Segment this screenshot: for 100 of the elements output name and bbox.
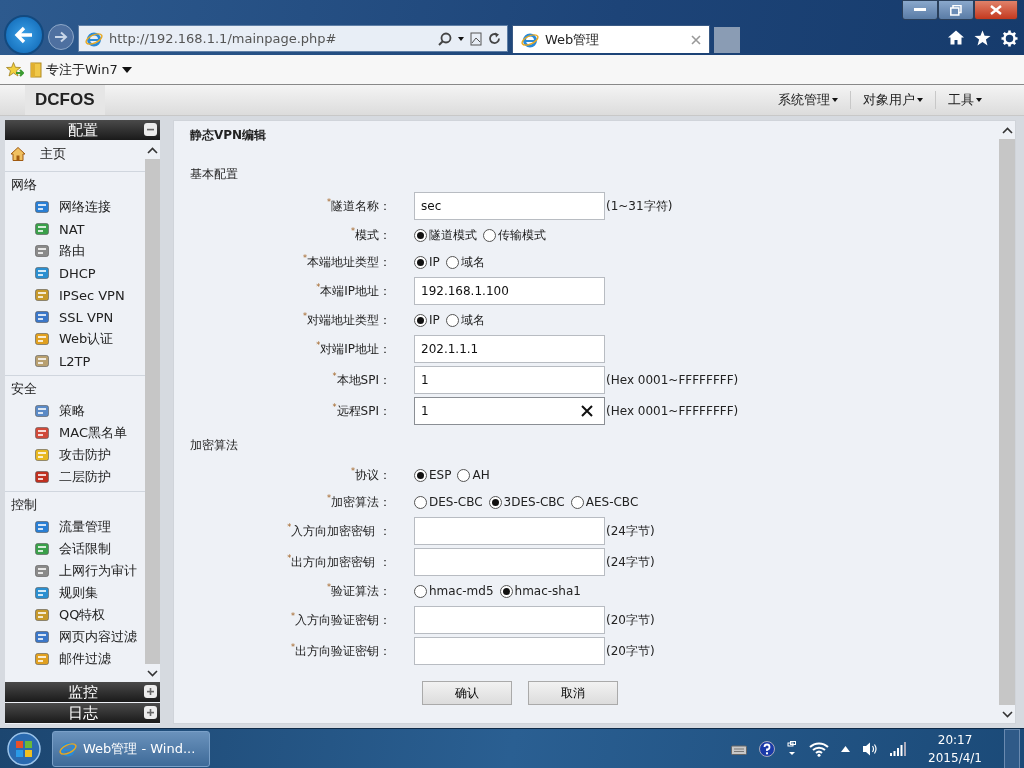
refresh-icon[interactable] <box>488 32 501 45</box>
sidebar-item[interactable]: MAC黑名单 <box>59 424 127 442</box>
radio-button[interactable] <box>445 313 459 327</box>
sidebar-item[interactable]: 攻击防护 <box>59 446 111 464</box>
text-field[interactable]: 1 <box>414 366 605 394</box>
sidebar-item[interactable]: DHCP <box>59 265 96 281</box>
radio-label: hmac-md5 <box>429 584 494 598</box>
radio-label: 隧道模式 <box>429 226 477 244</box>
sidebar-item[interactable]: 二层防护 <box>59 468 111 486</box>
radio-label: DES-CBC <box>429 495 483 509</box>
scroll-up-icon[interactable] <box>1001 126 1013 134</box>
sidebar-item[interactable]: NAT <box>59 221 85 237</box>
minimize-button[interactable] <box>902 0 938 20</box>
menu-item[interactable]: 工具 <box>935 91 994 109</box>
close-button[interactable] <box>974 0 1018 20</box>
sidebar-item[interactable]: SSL VPN <box>59 309 114 325</box>
sidebar-item[interactable]: 主页 <box>40 145 66 163</box>
star-icon[interactable] <box>974 30 991 46</box>
browser-tab[interactable]: Web管理 <box>512 25 710 53</box>
address-bar[interactable]: http://192.168.1.1/mainpage.php# <box>78 25 508 52</box>
forward-button[interactable] <box>48 24 74 50</box>
scrollbar[interactable] <box>999 121 1015 723</box>
close-icon[interactable] <box>691 34 701 45</box>
radio-button[interactable] <box>414 584 427 598</box>
sidebar-item[interactable]: 规则集 <box>59 584 98 602</box>
sidebar-item[interactable]: QQ特权 <box>59 606 106 624</box>
field-hint: (1~31字符) <box>606 197 674 215</box>
help-icon[interactable] <box>759 740 776 757</box>
field-label: $^{*}$远程SPI： <box>331 402 391 420</box>
radio-button[interactable] <box>414 495 427 509</box>
favorites-link[interactable]: 专注于Win7 <box>30 60 132 79</box>
menu-item-icon <box>34 287 50 303</box>
radio-button[interactable] <box>414 228 427 242</box>
sidebar-item[interactable]: 网页内容过滤 <box>59 628 137 646</box>
radio-label: IP <box>429 313 440 327</box>
panel-header[interactable]: 配置 <box>5 120 160 140</box>
radio-button[interactable] <box>457 468 471 482</box>
text-field[interactable] <box>414 548 605 576</box>
field-label: $^{*}$入方向验证密钥： <box>290 611 391 629</box>
speaker-icon[interactable] <box>862 740 879 757</box>
arrow-up-icon[interactable] <box>841 745 851 752</box>
radio-button[interactable] <box>445 255 459 269</box>
sidebar-item[interactable]: IPSec VPN <box>59 287 125 303</box>
restore-button[interactable] <box>938 0 974 20</box>
expand-button[interactable] <box>144 706 157 719</box>
favorites-star-icon[interactable] <box>6 61 24 78</box>
menu-item-icon <box>34 331 50 347</box>
radio-button[interactable] <box>488 495 502 509</box>
radio-button[interactable] <box>483 228 496 242</box>
sidebar-item[interactable]: 邮件过滤 <box>59 650 111 668</box>
text-field[interactable] <box>414 517 605 545</box>
text-field[interactable]: 1 <box>414 397 605 425</box>
menu-item[interactable]: 系统管理 <box>766 91 850 109</box>
field-hint: (20字节) <box>606 611 656 629</box>
radio-button[interactable] <box>499 584 513 598</box>
sidebar-item[interactable]: 会话限制 <box>59 540 111 558</box>
display-icon[interactable] <box>787 740 798 757</box>
radio-button[interactable] <box>414 468 427 482</box>
forward-arrow-icon <box>54 31 68 43</box>
menu-item[interactable]: 对象用户 <box>850 91 935 109</box>
restore-icon <box>950 4 962 16</box>
form-button[interactable]: 取消 <box>528 681 618 705</box>
scroll-up-icon[interactable] <box>147 146 158 154</box>
show-desktop-button[interactable] <box>1004 728 1020 768</box>
sidebar-item[interactable]: Web认证 <box>59 330 114 348</box>
radio-button[interactable] <box>414 313 427 327</box>
sidebar-item[interactable]: 上网行为审计 <box>59 562 137 580</box>
caret-icon[interactable] <box>458 36 464 41</box>
expand-button[interactable] <box>144 685 157 698</box>
keyboard-icon[interactable] <box>731 742 748 755</box>
sidebar-item[interactable]: 策略 <box>59 402 85 420</box>
start-button[interactable] <box>4 729 44 768</box>
sidebar-item[interactable]: 流量管理 <box>59 518 111 536</box>
sidebar-item[interactable]: 路由 <box>59 242 85 260</box>
wifi-icon[interactable] <box>809 740 830 757</box>
clock-time[interactable]: 20:17 <box>928 730 982 749</box>
form-button[interactable]: 确认 <box>422 681 512 705</box>
back-button[interactable] <box>4 15 44 55</box>
settings-icon[interactable] <box>1001 30 1018 47</box>
text-field[interactable]: 192.168.1.100 <box>414 277 605 305</box>
text-field[interactable] <box>414 606 605 634</box>
taskbar-button[interactable]: Web管理 - Wind... <box>52 730 210 767</box>
panel-header[interactable]: 监控 <box>5 682 160 702</box>
radio-button[interactable] <box>414 255 427 269</box>
scroll-down-icon[interactable] <box>147 669 158 677</box>
sidebar-item[interactable]: 网络连接 <box>59 198 111 216</box>
signal-icon[interactable] <box>890 741 907 756</box>
search-icon[interactable] <box>438 31 452 46</box>
clock-date[interactable]: 2015/4/1 <box>928 748 982 767</box>
radio-button[interactable] <box>570 495 584 509</box>
text-field[interactable] <box>414 637 605 665</box>
text-field[interactable]: 202.1.1.1 <box>414 335 605 363</box>
sidebar-item[interactable]: L2TP <box>59 353 91 369</box>
text-field[interactable]: sec <box>414 192 605 220</box>
panel-header[interactable]: 日志 <box>5 703 160 723</box>
url-text: http://192.168.1.1/mainpage.php# <box>109 31 338 46</box>
clear-icon[interactable] <box>581 405 593 417</box>
scroll-down-icon[interactable] <box>1001 710 1013 718</box>
collapse-button[interactable] <box>144 123 157 136</box>
home-icon[interactable] <box>948 30 964 45</box>
